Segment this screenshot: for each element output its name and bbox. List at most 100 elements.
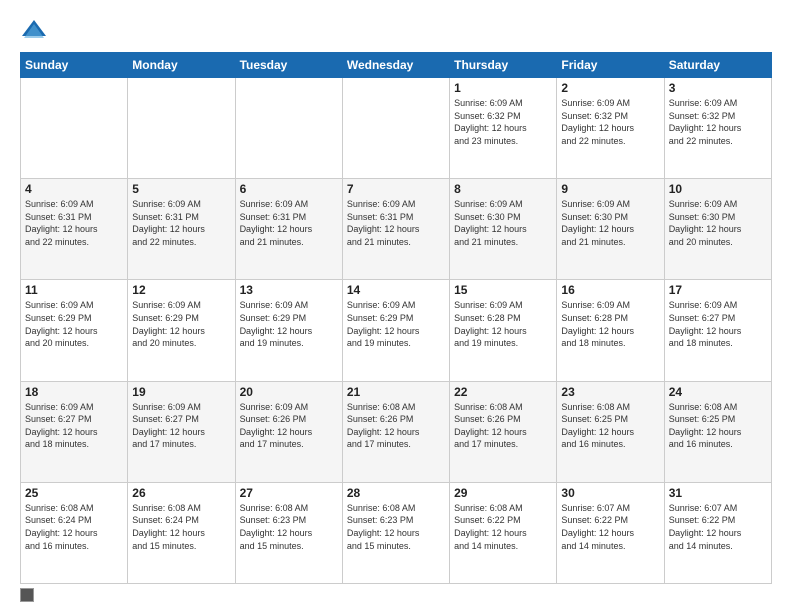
day-number: 24 [669, 385, 767, 399]
day-info: Sunrise: 6:08 AM Sunset: 6:23 PM Dayligh… [347, 502, 445, 552]
day-info: Sunrise: 6:09 AM Sunset: 6:30 PM Dayligh… [561, 198, 659, 248]
day-info: Sunrise: 6:09 AM Sunset: 6:31 PM Dayligh… [25, 198, 123, 248]
week-row-5: 25 Sunrise: 6:08 AM Sunset: 6:24 PM Dayli… [21, 482, 772, 583]
day-info: Sunrise: 6:09 AM Sunset: 6:32 PM Dayligh… [454, 97, 552, 147]
day-header-saturday: Saturday [664, 53, 771, 78]
day-number: 15 [454, 283, 552, 297]
day-number: 29 [454, 486, 552, 500]
day-number: 14 [347, 283, 445, 297]
day-info: Sunrise: 6:08 AM Sunset: 6:24 PM Dayligh… [25, 502, 123, 552]
day-info: Sunrise: 6:08 AM Sunset: 6:22 PM Dayligh… [454, 502, 552, 552]
day-number: 20 [240, 385, 338, 399]
day-number: 3 [669, 81, 767, 95]
calendar-cell: 21Sunrise: 6:08 AM Sunset: 6:26 PM Dayli… [342, 381, 449, 482]
week-row-1: 1Sunrise: 6:09 AM Sunset: 6:32 PM Daylig… [21, 78, 772, 179]
day-number: 16 [561, 283, 659, 297]
day-info: Sunrise: 6:09 AM Sunset: 6:30 PM Dayligh… [669, 198, 767, 248]
calendar-cell: 5 Sunrise: 6:09 AM Sunset: 6:31 PM Daylig… [128, 179, 235, 280]
logo-icon [20, 16, 48, 44]
calendar-cell: 19 Sunrise: 6:09 AM Sunset: 6:27 PM Dayli… [128, 381, 235, 482]
calendar-cell: 7 Sunrise: 6:09 AM Sunset: 6:31 PM Daylig… [342, 179, 449, 280]
day-number: 7 [347, 182, 445, 196]
day-info: Sunrise: 6:09 AM Sunset: 6:29 PM Dayligh… [132, 299, 230, 349]
calendar-cell: 10Sunrise: 6:09 AM Sunset: 6:30 PM Dayli… [664, 179, 771, 280]
day-info: Sunrise: 6:08 AM Sunset: 6:25 PM Dayligh… [669, 401, 767, 451]
calendar-cell: 11Sunrise: 6:09 AM Sunset: 6:29 PM Dayli… [21, 280, 128, 381]
calendar-cell: 1Sunrise: 6:09 AM Sunset: 6:32 PM Daylig… [450, 78, 557, 179]
day-info: Sunrise: 6:09 AM Sunset: 6:27 PM Dayligh… [669, 299, 767, 349]
calendar-header: SundayMondayTuesdayWednesdayThursdayFrid… [21, 53, 772, 78]
calendar-cell: 26 Sunrise: 6:08 AM Sunset: 6:24 PM Dayli… [128, 482, 235, 583]
logo [20, 16, 52, 44]
day-info: Sunrise: 6:09 AM Sunset: 6:30 PM Dayligh… [454, 198, 552, 248]
day-info: Sunrise: 6:08 AM Sunset: 6:23 PM Dayligh… [240, 502, 338, 552]
calendar-cell: 3 Sunrise: 6:09 AM Sunset: 6:32 PM Daylig… [664, 78, 771, 179]
calendar-cell: 8 Sunrise: 6:09 AM Sunset: 6:30 PM Daylig… [450, 179, 557, 280]
day-header-monday: Monday [128, 53, 235, 78]
day-info: Sunrise: 6:09 AM Sunset: 6:31 PM Dayligh… [347, 198, 445, 248]
calendar-body: 1Sunrise: 6:09 AM Sunset: 6:32 PM Daylig… [21, 78, 772, 584]
calendar-cell: 24 Sunrise: 6:08 AM Sunset: 6:25 PM Dayli… [664, 381, 771, 482]
day-info: Sunrise: 6:07 AM Sunset: 6:22 PM Dayligh… [669, 502, 767, 552]
calendar-cell: 9 Sunrise: 6:09 AM Sunset: 6:30 PM Daylig… [557, 179, 664, 280]
day-number: 28 [347, 486, 445, 500]
day-number: 17 [669, 283, 767, 297]
day-info: Sunrise: 6:08 AM Sunset: 6:24 PM Dayligh… [132, 502, 230, 552]
calendar-cell: 2 Sunrise: 6:09 AM Sunset: 6:32 PM Daylig… [557, 78, 664, 179]
calendar-cell: 6Sunrise: 6:09 AM Sunset: 6:31 PM Daylig… [235, 179, 342, 280]
day-number: 9 [561, 182, 659, 196]
day-header-wednesday: Wednesday [342, 53, 449, 78]
day-info: Sunrise: 6:09 AM Sunset: 6:31 PM Dayligh… [132, 198, 230, 248]
week-row-3: 11Sunrise: 6:09 AM Sunset: 6:29 PM Dayli… [21, 280, 772, 381]
calendar-cell [342, 78, 449, 179]
day-info: Sunrise: 6:09 AM Sunset: 6:28 PM Dayligh… [561, 299, 659, 349]
day-info: Sunrise: 6:09 AM Sunset: 6:27 PM Dayligh… [25, 401, 123, 451]
day-number: 2 [561, 81, 659, 95]
day-number: 25 [25, 486, 123, 500]
calendar-cell: 20 Sunrise: 6:09 AM Sunset: 6:26 PM Dayli… [235, 381, 342, 482]
calendar-cell: 30 Sunrise: 6:07 AM Sunset: 6:22 PM Dayli… [557, 482, 664, 583]
calendar-cell [235, 78, 342, 179]
calendar-cell: 22Sunrise: 6:08 AM Sunset: 6:26 PM Dayli… [450, 381, 557, 482]
calendar-cell: 12 Sunrise: 6:09 AM Sunset: 6:29 PM Dayli… [128, 280, 235, 381]
day-info: Sunrise: 6:09 AM Sunset: 6:26 PM Dayligh… [240, 401, 338, 451]
day-info: Sunrise: 6:08 AM Sunset: 6:25 PM Dayligh… [561, 401, 659, 451]
calendar-cell: 16 Sunrise: 6:09 AM Sunset: 6:28 PM Dayli… [557, 280, 664, 381]
day-info: Sunrise: 6:09 AM Sunset: 6:27 PM Dayligh… [132, 401, 230, 451]
daylight-box-icon [20, 588, 34, 602]
day-number: 8 [454, 182, 552, 196]
day-header-tuesday: Tuesday [235, 53, 342, 78]
calendar-cell: 31Sunrise: 6:07 AM Sunset: 6:22 PM Dayli… [664, 482, 771, 583]
calendar-table: SundayMondayTuesdayWednesdayThursdayFrid… [20, 52, 772, 584]
week-row-4: 18Sunrise: 6:09 AM Sunset: 6:27 PM Dayli… [21, 381, 772, 482]
calendar-cell: 27 Sunrise: 6:08 AM Sunset: 6:23 PM Dayli… [235, 482, 342, 583]
day-number: 27 [240, 486, 338, 500]
calendar-cell: 13 Sunrise: 6:09 AM Sunset: 6:29 PM Dayli… [235, 280, 342, 381]
header-row: SundayMondayTuesdayWednesdayThursdayFrid… [21, 53, 772, 78]
day-info: Sunrise: 6:08 AM Sunset: 6:26 PM Dayligh… [454, 401, 552, 451]
calendar-cell: 4 Sunrise: 6:09 AM Sunset: 6:31 PM Daylig… [21, 179, 128, 280]
day-info: Sunrise: 6:09 AM Sunset: 6:31 PM Dayligh… [240, 198, 338, 248]
calendar-cell [128, 78, 235, 179]
day-number: 19 [132, 385, 230, 399]
day-info: Sunrise: 6:09 AM Sunset: 6:32 PM Dayligh… [669, 97, 767, 147]
header [20, 16, 772, 44]
day-number: 26 [132, 486, 230, 500]
day-number: 12 [132, 283, 230, 297]
day-number: 4 [25, 182, 123, 196]
calendar-cell [21, 78, 128, 179]
day-info: Sunrise: 6:09 AM Sunset: 6:32 PM Dayligh… [561, 97, 659, 147]
calendar-cell: 18Sunrise: 6:09 AM Sunset: 6:27 PM Dayli… [21, 381, 128, 482]
day-number: 23 [561, 385, 659, 399]
day-number: 30 [561, 486, 659, 500]
day-info: Sunrise: 6:07 AM Sunset: 6:22 PM Dayligh… [561, 502, 659, 552]
day-number: 13 [240, 283, 338, 297]
day-info: Sunrise: 6:09 AM Sunset: 6:29 PM Dayligh… [240, 299, 338, 349]
calendar-cell: 28 Sunrise: 6:08 AM Sunset: 6:23 PM Dayli… [342, 482, 449, 583]
page: SundayMondayTuesdayWednesdayThursdayFrid… [0, 0, 792, 612]
calendar-cell: 17 Sunrise: 6:09 AM Sunset: 6:27 PM Dayli… [664, 280, 771, 381]
day-number: 5 [132, 182, 230, 196]
day-header-sunday: Sunday [21, 53, 128, 78]
week-row-2: 4 Sunrise: 6:09 AM Sunset: 6:31 PM Daylig… [21, 179, 772, 280]
day-header-friday: Friday [557, 53, 664, 78]
